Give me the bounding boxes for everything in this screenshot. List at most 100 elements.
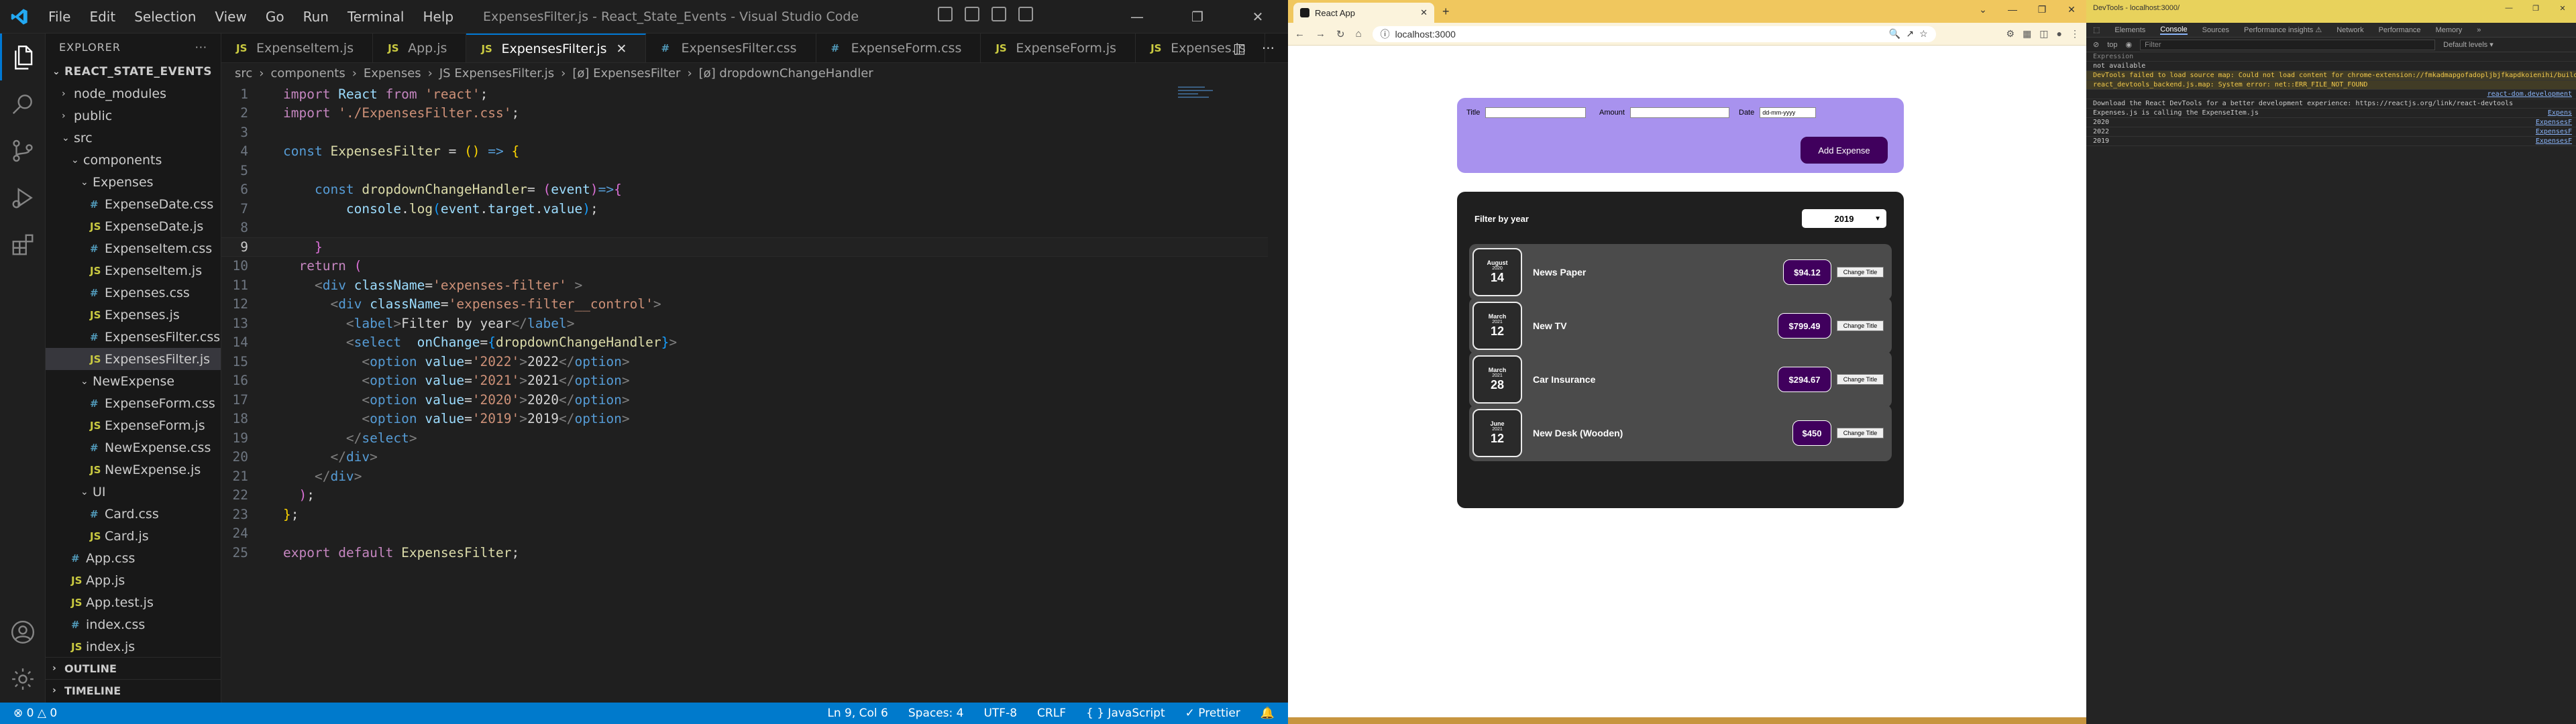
file-item[interactable]: # ExpensesFilter.css	[46, 326, 221, 348]
timeline-section[interactable]: › TIMELINE	[46, 679, 221, 701]
reload-icon[interactable]: ↻	[1336, 28, 1345, 40]
run-debug-icon[interactable]	[0, 174, 46, 221]
file-item[interactable]: JS ExpensesFilter.js	[46, 348, 221, 370]
account-icon[interactable]	[0, 609, 46, 656]
file-item[interactable]: # App.css	[46, 547, 221, 569]
change-title-button[interactable]: Change Title	[1837, 267, 1884, 278]
address-bar[interactable]: ⓘ localhost:3000 🔍 ↗ ☆	[1372, 25, 1936, 42]
eol-status[interactable]: CRLF	[1037, 707, 1066, 720]
minimize-icon[interactable]: —	[1107, 0, 1167, 34]
console-source-link[interactable]: ExpensesF	[2536, 137, 2572, 145]
change-title-button[interactable]: Change Title	[1837, 320, 1884, 331]
file-item[interactable]: # ExpenseDate.css	[46, 193, 221, 215]
devtools-tab[interactable]: Network	[2337, 26, 2363, 34]
clear-console-icon[interactable]: ⊘	[2093, 40, 2099, 49]
devtools-tab[interactable]: Console	[2160, 25, 2188, 35]
prettier-status[interactable]: ✓ Prettier	[1185, 707, 1240, 720]
menu-item-run[interactable]: Run	[294, 9, 338, 25]
change-title-button[interactable]: Change Title	[1837, 428, 1884, 438]
minimize-icon[interactable]: —	[1998, 0, 2027, 19]
indentation-status[interactable]: Spaces: 4	[908, 707, 964, 720]
file-item[interactable]: # ExpenseItem.css	[46, 237, 221, 259]
customize-layout-icon[interactable]	[1018, 7, 1033, 21]
amount-input[interactable]	[1629, 107, 1729, 118]
folder-item[interactable]: › public	[46, 105, 221, 127]
bookmark-star-icon[interactable]: ☆	[1919, 28, 1928, 40]
split-editor-icon[interactable]: ◫	[1233, 40, 1246, 56]
year-select[interactable]: 2019 ▼	[1802, 209, 1886, 228]
minimize-icon[interactable]: —	[2496, 0, 2522, 16]
home-icon[interactable]: ⌂	[1356, 28, 1362, 40]
restore-icon[interactable]: ❐	[2522, 0, 2549, 16]
folder-item[interactable]: › node_modules	[46, 82, 221, 105]
browser-tab[interactable]: React App ✕	[1293, 3, 1434, 23]
file-item[interactable]: JS NewExpense.js	[46, 459, 221, 481]
code-editor[interactable]: 1 import React from 'react'; 2 import './E…	[221, 84, 1268, 562]
file-item[interactable]: JS ExpenseDate.js	[46, 215, 221, 237]
source-control-icon[interactable]	[0, 127, 46, 174]
context-select[interactable]: top	[2107, 41, 2117, 49]
folder-item[interactable]: ⌄ NewExpense	[46, 370, 221, 392]
breadcrumb-item[interactable]: [ø] dropdownChangeHandler	[699, 66, 873, 80]
editor-tab[interactable]: JS ExpenseItem.js	[221, 34, 374, 62]
devtools-tab[interactable]: Memory	[2436, 26, 2463, 34]
editor-tab[interactable]: JS ExpensesFilter.js ✕	[466, 34, 647, 62]
breadcrumb-item[interactable]: Expenses	[364, 66, 421, 80]
close-tab-icon[interactable]: ✕	[1420, 7, 1428, 18]
notifications-bell-icon[interactable]: 🔔	[1260, 707, 1275, 720]
menu-item-view[interactable]: View	[205, 9, 256, 25]
editor-tab[interactable]: # ExpenseForm.css	[816, 34, 981, 62]
close-icon[interactable]: ✕	[1228, 0, 1288, 34]
file-item[interactable]: # Expenses.css	[46, 282, 221, 304]
search-icon[interactable]	[0, 80, 46, 127]
console-source-link[interactable]: react-dom.development	[2487, 90, 2572, 98]
file-item[interactable]: # Card.css	[46, 503, 221, 525]
toggle-secondary-sidebar-icon[interactable]	[991, 7, 1006, 21]
breadcrumb-item[interactable]: [ø] ExpensesFilter	[572, 66, 680, 80]
file-item[interactable]: # NewExpense.css	[46, 436, 221, 459]
menu-kebab-icon[interactable]: ⋮	[2070, 28, 2080, 40]
close-icon[interactable]: ✕	[2057, 0, 2086, 19]
devtools-tab[interactable]: Performance insights ⚠	[2244, 25, 2322, 34]
eye-icon[interactable]: ◉	[2126, 40, 2133, 49]
zoom-search-icon[interactable]: 🔍	[1889, 28, 1900, 40]
extensions-puzzle-icon[interactable]: ▦	[2023, 28, 2031, 40]
console-source-link[interactable]: ExpensesF	[2536, 119, 2572, 126]
menu-item-go[interactable]: Go	[256, 9, 294, 25]
folder-item[interactable]: ⌄ src	[46, 127, 221, 149]
devtools-tab[interactable]: »	[2477, 26, 2481, 34]
console-source-link[interactable]: Expens	[2548, 109, 2572, 117]
breadcrumb-item[interactable]: JS ExpensesFilter.js	[439, 66, 554, 80]
file-item[interactable]: JS Card.js	[46, 525, 221, 547]
change-title-button[interactable]: Change Title	[1837, 374, 1884, 385]
extension-icon[interactable]: ⚙	[2006, 28, 2015, 40]
date-input[interactable]	[1760, 107, 1817, 118]
toggle-panel-icon[interactable]	[965, 7, 979, 21]
file-item[interactable]: JS App.test.js	[46, 591, 221, 613]
inspect-element-icon[interactable]: ⬚	[2093, 25, 2100, 34]
chevron-down-icon[interactable]: ⌄	[1968, 0, 1998, 19]
console-filter-input[interactable]: Filter	[2140, 39, 2436, 50]
problems-status[interactable]: ⊗ 0 △ 0	[13, 707, 57, 720]
menu-item-terminal[interactable]: Terminal	[338, 9, 414, 25]
devtools-tab[interactable]: Sources	[2202, 26, 2229, 34]
file-item[interactable]: JS Expenses.js	[46, 304, 221, 326]
encoding-status[interactable]: UTF-8	[983, 707, 1017, 720]
outline-section[interactable]: › OUTLINE	[46, 657, 221, 679]
add-expense-button[interactable]: Add Expense	[1801, 137, 1888, 164]
editor-tab[interactable]: JS App.js	[373, 34, 467, 62]
editor-tab[interactable]: # ExpensesFilter.css	[646, 34, 816, 62]
forward-arrow-icon[interactable]: →	[1316, 28, 1326, 40]
file-item[interactable]: # ExpenseForm.css	[46, 392, 221, 414]
explorer-icon[interactable]	[0, 34, 46, 80]
title-input[interactable]	[1485, 107, 1587, 118]
profile-avatar[interactable]: ●	[2057, 28, 2062, 40]
devtools-tab[interactable]: Performance	[2379, 26, 2421, 34]
menu-item-help[interactable]: Help	[413, 9, 463, 25]
cursor-position[interactable]: Ln 9, Col 6	[827, 707, 888, 720]
restore-icon[interactable]: ❐	[2027, 0, 2057, 19]
share-icon[interactable]: ↗	[1906, 28, 1914, 40]
folder-item[interactable]: ⌄ UI	[46, 481, 221, 503]
menu-item-file[interactable]: File	[39, 9, 80, 25]
more-actions-icon[interactable]: ···	[1262, 40, 1275, 56]
